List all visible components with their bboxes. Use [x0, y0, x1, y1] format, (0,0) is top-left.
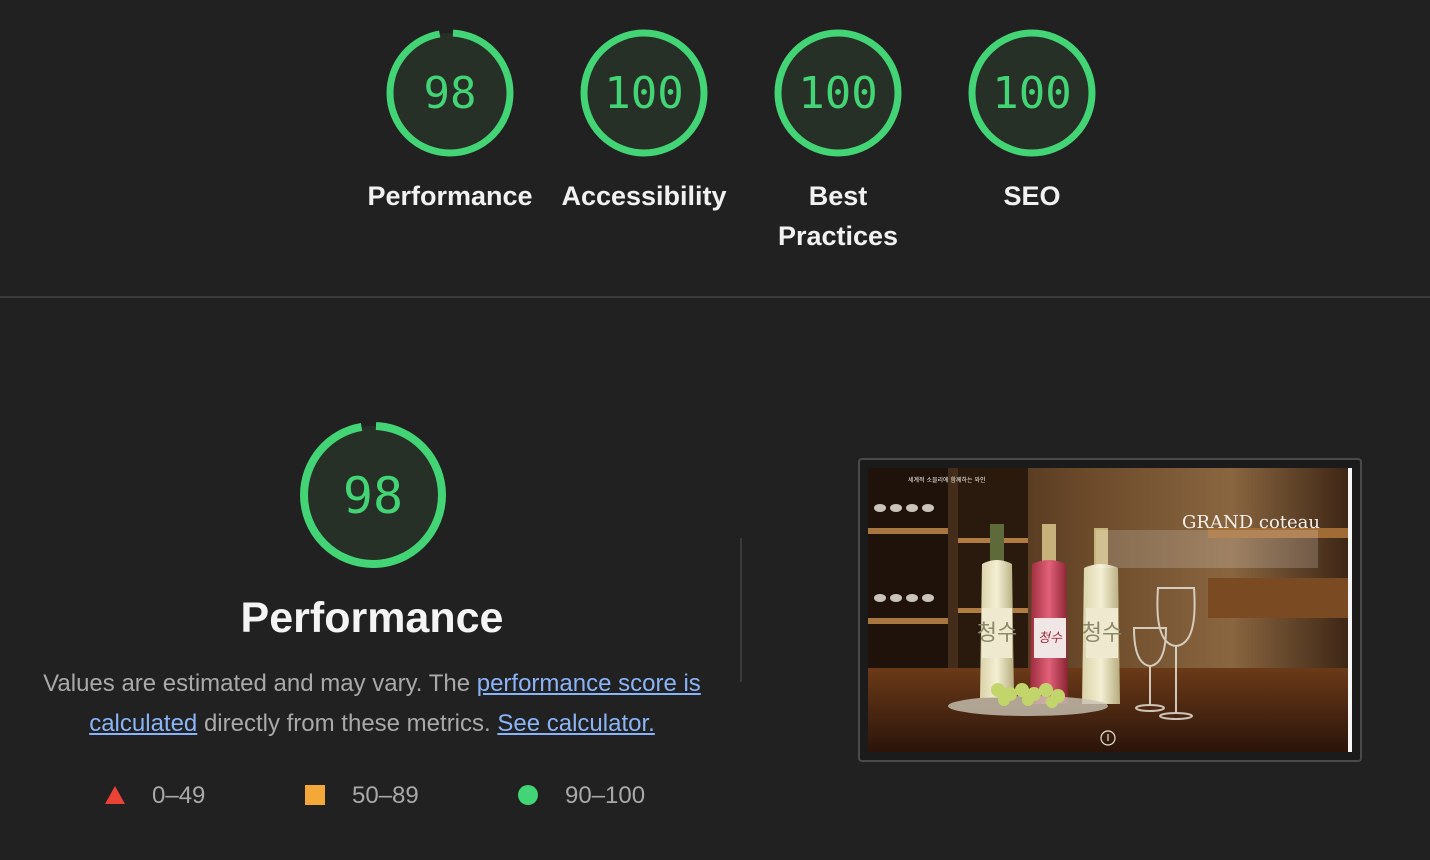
legend-average-range: 50–89 [352, 782, 419, 809]
brand-name: GRAND coteau [1182, 512, 1320, 533]
triangle-icon [105, 786, 125, 804]
gauge-accessibility-label: Accessibility [561, 181, 727, 211]
gauge-seo[interactable]: 100 SEO [935, 28, 1129, 216]
bottle-label-1: 청수 [977, 621, 1017, 646]
gauge-seo-label: SEO [1003, 181, 1061, 211]
vertical-separator [740, 538, 742, 682]
description-text-2: directly from these metrics. [197, 710, 498, 737]
section-divider [0, 296, 1430, 298]
gauge-performance-ring: 98 [386, 29, 514, 157]
gauge-seo-ring: 100 [968, 29, 1096, 157]
final-screenshot: 청수 청수 청수 GRAND coteau 세계적 소믈리에 함께하는 와인 [868, 468, 1352, 752]
final-screenshot-frame[interactable]: 청수 청수 청수 GRAND coteau 세계적 소믈리에 함께하는 와인 [858, 458, 1362, 762]
performance-main-gauge: 98 [300, 422, 446, 568]
gauge-accessibility-ring: 100 [580, 29, 708, 157]
legend-fail-range: 0–49 [152, 782, 206, 809]
wine-bottles-image: 청수 청수 청수 GRAND coteau 세계적 소믈리에 함께하는 와인 [868, 468, 1352, 752]
performance-description: Values are estimated and may vary. The p… [42, 664, 702, 744]
gauge-best-practices-label: Best Practices [777, 181, 899, 251]
summary-gauges: 98 Performance 100 Accessibility 100 Bes… [0, 28, 1430, 268]
gauge-accessibility[interactable]: 100 Accessibility [547, 28, 741, 216]
gauge-best-practices[interactable]: 100 Best Practices [741, 28, 935, 256]
performance-title: Performance [240, 594, 504, 642]
gauge-performance-score: 98 [424, 68, 477, 119]
gauge-performance[interactable]: 98 Performance [353, 28, 547, 216]
bottle-label-3: 청수 [1082, 621, 1122, 646]
gauge-seo-score: 100 [992, 68, 1071, 119]
gauge-accessibility-score: 100 [604, 68, 683, 119]
legend-pass-range: 90–100 [565, 782, 646, 809]
description-text-1: Values are estimated and may vary. The [43, 670, 477, 697]
bottle-label-2: 청수 [1038, 631, 1063, 646]
gauge-best-practices-ring: 100 [774, 29, 902, 157]
performance-main-score: 98 [343, 467, 403, 525]
square-icon [305, 785, 325, 805]
nav-text: 세계적 소믈리에 함께하는 와인 [908, 476, 985, 484]
gauge-best-practices-score: 100 [798, 68, 877, 119]
gauge-performance-label: Performance [367, 181, 533, 211]
see-calculator-link[interactable]: See calculator. [497, 710, 654, 737]
score-legend: 0–49 50–89 90–100 [0, 776, 760, 816]
circle-icon [518, 785, 538, 805]
